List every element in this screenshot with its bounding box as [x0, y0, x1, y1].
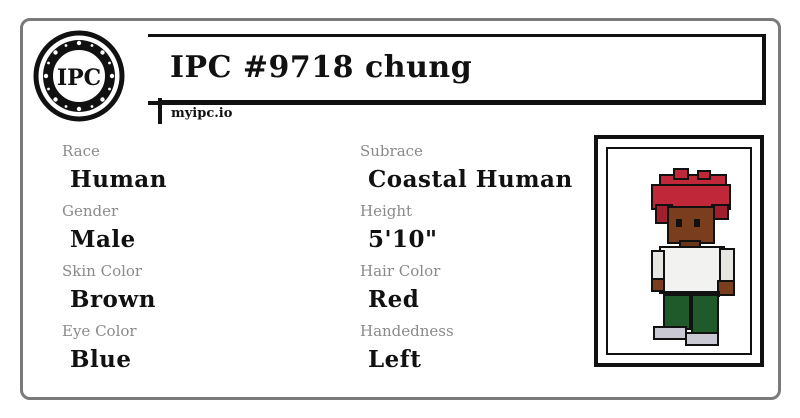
gender-label: Gender: [62, 202, 119, 220]
portrait-frame: [594, 135, 764, 367]
ipc-logo-icon: IPC: [33, 30, 125, 122]
gender-value: Male: [70, 226, 136, 253]
page-title: IPC #9718 chung: [170, 50, 473, 85]
site-link[interactable]: myipc.io: [171, 106, 232, 121]
pixel-character-icon: [651, 168, 735, 346]
logo-text: IPC: [57, 65, 101, 91]
hair-color-label: Hair Color: [360, 262, 441, 280]
divider: [158, 100, 764, 103]
eye-color-label: Eye Color: [62, 322, 137, 340]
race-label: Race: [62, 142, 100, 160]
portrait-inner: [606, 147, 752, 355]
subrace-value: Coastal Human: [368, 166, 573, 193]
skin-color-value: Brown: [70, 286, 156, 313]
subrace-label: Subrace: [360, 142, 423, 160]
height-label: Height: [360, 202, 413, 220]
hair-color-value: Red: [368, 286, 420, 313]
skin-color-label: Skin Color: [62, 262, 143, 280]
handedness-label: Handedness: [360, 322, 454, 340]
handedness-value: Left: [368, 346, 422, 373]
race-value: Human: [70, 166, 167, 193]
height-value: 5'10": [368, 226, 438, 253]
eye-color-value: Blue: [70, 346, 132, 373]
